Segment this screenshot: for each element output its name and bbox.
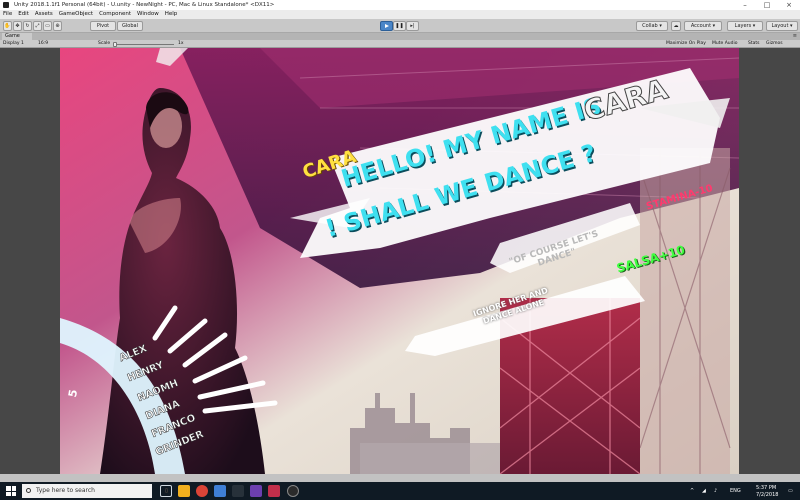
chrome-icon[interactable] <box>196 485 208 497</box>
tray-chevron-icon[interactable]: ^ <box>690 488 694 494</box>
taskbar-search-box[interactable]: Type here to search <box>22 484 168 498</box>
collab-label: Collab <box>642 23 658 29</box>
scale-tool-icon[interactable]: ⤢ <box>33 21 42 31</box>
app-window-icon[interactable] <box>232 485 244 497</box>
account-dropdown[interactable]: Account <box>684 21 722 31</box>
layout-dropdown[interactable]: Layout <box>766 21 798 31</box>
maximize-icon[interactable]: □ <box>756 0 778 10</box>
menu-bar: File Edit Assets GameObject Component Wi… <box>0 10 800 19</box>
pivot-label: Pivot <box>96 23 110 29</box>
file-explorer-icon[interactable] <box>178 485 190 497</box>
layers-label: Layers <box>734 23 752 29</box>
choice2-brush-stroke <box>405 276 645 356</box>
search-icon <box>26 488 31 493</box>
global-label: Global <box>122 23 138 29</box>
menu-gameobject[interactable]: GameObject <box>59 10 93 19</box>
app-purple-icon[interactable] <box>250 485 262 497</box>
menu-window[interactable]: Window <box>137 10 159 19</box>
scale-slider-track[interactable] <box>114 43 174 45</box>
game-view[interactable]: CARA HELLO! MY NAME IS CARA ! SHALL WE D… <box>60 48 739 474</box>
store-icon[interactable] <box>214 485 226 497</box>
display-dropdown[interactable]: Display 1 <box>3 40 24 48</box>
scale-label: Scale <box>98 41 111 46</box>
close-icon[interactable]: × <box>778 0 800 10</box>
collab-dropdown[interactable]: Collab <box>636 21 668 31</box>
menu-assets[interactable]: Assets <box>35 10 53 19</box>
aspect-dropdown[interactable]: 16:9 <box>38 40 48 48</box>
rotate-tool-icon[interactable]: ↻ <box>23 21 32 31</box>
pause-button[interactable]: ❚❚ <box>393 21 406 31</box>
account-label: Account <box>690 23 712 29</box>
windows-start-icon[interactable] <box>6 486 16 496</box>
stats-toggle[interactable]: Stats <box>748 40 760 48</box>
main-toolbar: ✋ ✥ ↻ ⤢ ▭ ⊕ Pivot Global ❚❚ ▸| Collab ☁ … <box>0 19 800 33</box>
menu-file[interactable]: File <box>3 10 12 19</box>
app-red-icon[interactable] <box>268 485 280 497</box>
unity-taskbar-icon[interactable] <box>287 485 299 497</box>
move-tool-icon[interactable]: ✥ <box>13 21 22 31</box>
unity-app-icon <box>3 2 9 8</box>
scale-slider-handle[interactable] <box>113 41 117 47</box>
windows-taskbar: Type here to search ^ ◢ ♪ ENG 5:37 PM 7/… <box>0 482 800 500</box>
window-title: Unity 2018.1.1f1 Personal (64bit) - U.un… <box>14 2 275 8</box>
input-language[interactable]: ENG <box>730 488 741 494</box>
system-tray: ^ ◢ ♪ ENG 5:37 PM 7/2/2018 ▭ <box>670 482 800 500</box>
title-bar: Unity 2018.1.1f1 Personal (64bit) - U.un… <box>0 0 800 10</box>
game-view-controls: Display 1 16:9 Scale 1x Maximize On Play… <box>0 40 800 48</box>
search-placeholder: Type here to search <box>36 487 95 494</box>
mute-audio-toggle[interactable]: Mute Audio <box>712 40 738 48</box>
task-view-icon[interactable] <box>160 485 172 497</box>
rect-tool-icon[interactable]: ▭ <box>43 21 52 31</box>
notification-icon[interactable]: ▭ <box>788 488 793 494</box>
menu-edit[interactable]: Edit <box>18 10 29 19</box>
game-tab-row: Game ≡ <box>0 33 800 40</box>
editor-status-bar <box>0 474 800 482</box>
tab-game[interactable]: Game <box>2 33 32 40</box>
layers-dropdown[interactable]: Layers <box>727 21 763 31</box>
menu-help[interactable]: Help <box>165 10 178 19</box>
play-button[interactable] <box>380 21 393 31</box>
transform-tool-icon[interactable]: ⊕ <box>53 21 62 31</box>
tab-menu-icon[interactable]: ≡ <box>793 34 797 39</box>
network-icon[interactable]: ◢ <box>702 488 706 494</box>
scale-value: 1x <box>178 41 184 46</box>
menu-component[interactable]: Component <box>99 10 131 19</box>
hand-tool-icon[interactable]: ✋ <box>3 21 12 31</box>
step-button[interactable]: ▸| <box>406 21 419 31</box>
clock-time[interactable]: 5:37 PM <box>756 485 776 491</box>
window-controls: – □ × <box>734 0 800 10</box>
global-toggle-button[interactable]: Global <box>117 21 143 31</box>
maximize-on-play-toggle[interactable]: Maximize On Play <box>666 40 706 48</box>
gizmos-dropdown[interactable]: Gizmos <box>766 40 783 48</box>
layout-label: Layout <box>771 23 789 29</box>
pivot-toggle-button[interactable]: Pivot <box>90 21 116 31</box>
clock-date[interactable]: 7/2/2018 <box>756 492 778 498</box>
cloud-icon[interactable]: ☁ <box>671 21 681 31</box>
tab-game-label: Game <box>5 33 20 39</box>
minimize-icon[interactable]: – <box>734 0 756 10</box>
unity-editor-window: Unity 2018.1.1f1 Personal (64bit) - U.un… <box>0 0 800 500</box>
volume-icon[interactable]: ♪ <box>714 488 717 494</box>
